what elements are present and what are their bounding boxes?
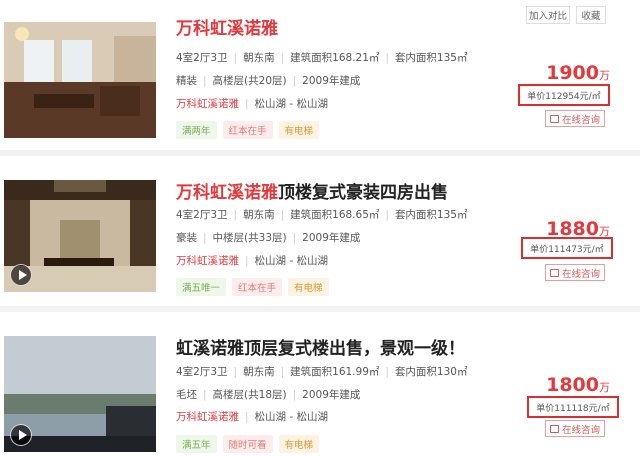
tag-list: 满五唯一 红本在手 有电梯 [176, 278, 329, 296]
total-price: 1900万 [546, 62, 610, 84]
inner-area: 套内面积135㎡ [394, 52, 468, 64]
build-year: 2009年建成 [302, 75, 361, 87]
play-video-icon[interactable] [10, 264, 32, 286]
unit-price: 单价112954元/㎡ [518, 84, 610, 106]
built-area: 建筑面积168.21㎡ [290, 52, 380, 64]
house-detail: 豪装 | 中楼层(共33层) | 2009年建成 [176, 232, 361, 244]
layout: 4室2厅3卫 [176, 366, 228, 378]
listing-photo[interactable] [4, 180, 156, 292]
tag: 满五年 [176, 435, 217, 453]
title-highlight: 万科虹溪诺雅 [176, 19, 278, 39]
consult-label: 在线咨询 [561, 268, 600, 280]
community-link[interactable]: 万科虹溪诺雅 [176, 411, 239, 423]
community-link[interactable]: 万科虹溪诺雅 [176, 98, 239, 110]
tag: 有电梯 [278, 121, 320, 139]
listing-title[interactable]: 万科虹溪诺雅顶楼复式豪装四房出售 [176, 178, 448, 203]
house-info: 4室2厅3卫 | 朝东南 | 建筑面积161.99㎡ | 套内面积130㎡ [176, 366, 468, 378]
house-info: 4室2厅3卫 | 朝东南 | 建筑面积168.65㎡ | 套内面积135㎡ [176, 209, 468, 221]
online-consult-button[interactable]: 在线咨询 [545, 420, 605, 437]
built-area: 建筑面积168.65㎡ [290, 209, 380, 221]
tag: 随时可看 [222, 435, 273, 453]
decoration: 毛坯 [176, 389, 197, 401]
title-rest: 顶楼复式豪装四房出售 [278, 183, 448, 203]
tag: 红本在手 [232, 278, 283, 296]
chat-icon [549, 268, 559, 277]
community-info: 万科虹溪诺雅 | 松山湖 - 松山湖 [176, 98, 329, 110]
location: 松山湖 - 松山湖 [254, 411, 329, 423]
total-price: 1800万 [546, 374, 610, 396]
location: 松山湖 - 松山湖 [254, 255, 329, 267]
build-year: 2009年建成 [302, 389, 361, 401]
orientation: 朝东南 [243, 209, 275, 221]
inner-area: 套内面积130㎡ [394, 366, 468, 378]
community-info: 万科虹溪诺雅 | 松山湖 - 松山湖 [176, 255, 329, 267]
unit-price: 单价111118元/㎡ [527, 396, 619, 418]
build-year: 2009年建成 [302, 232, 361, 244]
listing-photo[interactable] [4, 22, 156, 138]
inner-area: 套内面积135㎡ [394, 209, 468, 221]
tag: 满两年 [176, 121, 217, 139]
orientation: 朝东南 [243, 52, 275, 64]
listing-title[interactable]: 万科虹溪诺雅 [176, 14, 278, 39]
listing-photo[interactable] [4, 336, 156, 452]
listing-title[interactable]: 虹溪诺雅顶层复式楼出售，景观一级！ [176, 334, 465, 359]
price-unit: 万 [599, 69, 610, 82]
tag-list: 满五年 随时可看 有电梯 [176, 435, 320, 453]
tag-list: 满两年 红本在手 有电梯 [176, 121, 320, 139]
layout: 4室2厅3卫 [176, 209, 228, 221]
price-unit: 万 [599, 381, 610, 394]
tag: 红本在手 [222, 121, 273, 139]
floor: 高楼层(共18层) [212, 389, 287, 401]
listing-card[interactable]: 虹溪诺雅顶层复式楼出售，景观一级！ 4室2厅3卫 | 朝东南 | 建筑面积161.99㎡… [0, 312, 640, 456]
community-info: 万科虹溪诺雅 | 松山湖 - 松山湖 [176, 411, 329, 423]
house-detail: 精装 | 高楼层(共20层) | 2009年建成 [176, 75, 361, 87]
decoration: 豪装 [176, 232, 197, 244]
orientation: 朝东南 [243, 366, 275, 378]
listing-card[interactable]: 万科虹溪诺雅顶楼复式豪装四房出售 4室2厅3卫 | 朝东南 | 建筑面积168.65㎡ |… [0, 156, 640, 306]
tag: 有电梯 [288, 278, 329, 296]
online-consult-button[interactable]: 在线咨询 [545, 264, 605, 281]
price-value: 1800 [546, 374, 599, 396]
house-detail: 毛坯 | 高楼层(共18层) | 2009年建成 [176, 389, 361, 401]
community-link[interactable]: 万科虹溪诺雅 [176, 255, 239, 267]
house-info: 4室2厅3卫 | 朝东南 | 建筑面积168.21㎡ | 套内面积135㎡ [176, 52, 468, 64]
location: 松山湖 - 松山湖 [254, 98, 329, 110]
consult-label: 在线咨询 [561, 114, 600, 126]
living-room-photo [4, 22, 156, 138]
decoration: 精装 [176, 75, 197, 87]
floor: 高楼层(共20层) [212, 75, 287, 87]
title-rest: 虹溪诺雅顶层复式楼出售，景观一级！ [176, 339, 465, 359]
layout: 4室2厅3卫 [176, 52, 228, 64]
play-video-icon[interactable] [10, 424, 32, 446]
title-highlight: 万科虹溪诺雅 [176, 183, 278, 203]
floor: 中楼层(共33层) [212, 232, 287, 244]
price-value: 1900 [546, 62, 599, 84]
tag: 有电梯 [278, 435, 320, 453]
online-consult-button[interactable]: 在线咨询 [545, 110, 605, 127]
listing-card[interactable]: 万科虹溪诺雅 4室2厅3卫 | 朝东南 | 建筑面积168.21㎡ | 套内面积135㎡ 精… [0, 0, 640, 150]
consult-label: 在线咨询 [561, 424, 600, 436]
unit-price: 单价111473元/㎡ [521, 237, 613, 259]
chat-icon [549, 114, 559, 123]
chat-icon [549, 424, 559, 433]
tag: 满五唯一 [176, 278, 227, 296]
built-area: 建筑面积161.99㎡ [290, 366, 380, 378]
